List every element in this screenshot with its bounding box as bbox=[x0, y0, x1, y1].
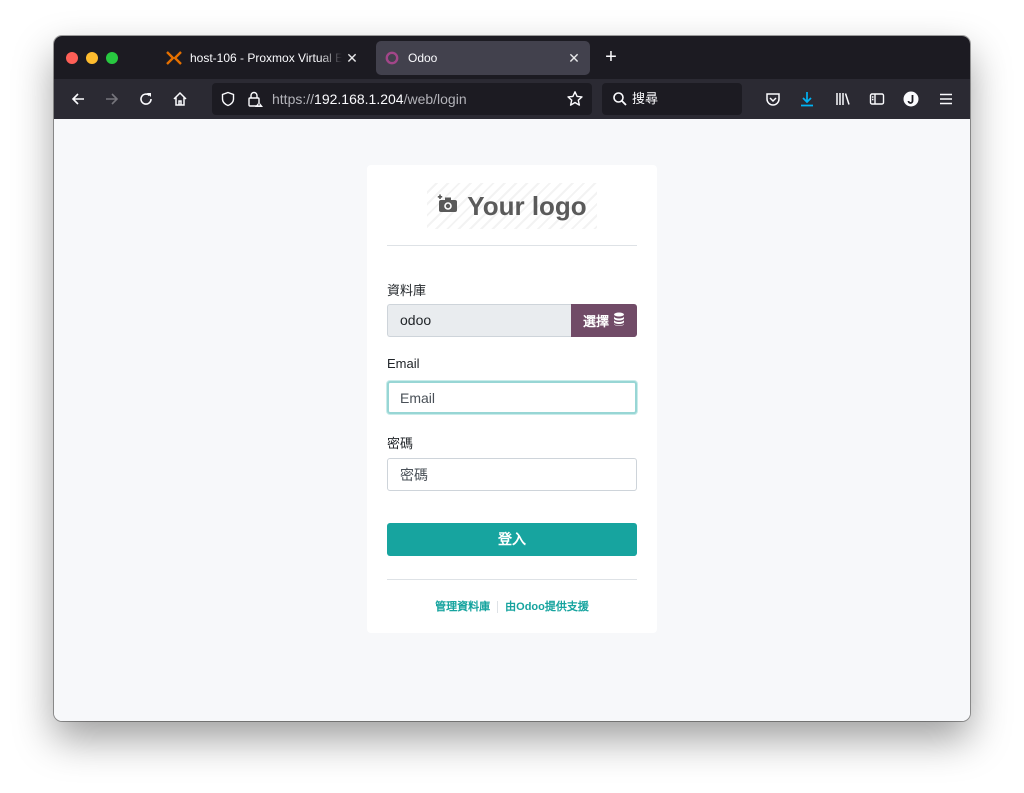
camera-icon bbox=[437, 194, 459, 219]
logo-divider bbox=[387, 245, 637, 246]
account-avatar-icon[interactable] bbox=[899, 87, 923, 111]
select-database-button[interactable]: 選擇 bbox=[571, 304, 637, 337]
search-bar[interactable]: 搜尋 bbox=[602, 83, 742, 115]
search-icon bbox=[612, 91, 628, 112]
bookmark-star-icon[interactable] bbox=[566, 90, 584, 113]
company-logo[interactable]: Your logo bbox=[427, 183, 597, 229]
page-content: Your logo 資料庫 odoo 選擇 Email 密碼 登入 bbox=[54, 119, 970, 721]
sidebar-icon[interactable] bbox=[865, 87, 889, 111]
nav-toolbar: https://192.168.1.204/web/login 搜尋 bbox=[54, 79, 970, 119]
login-button[interactable]: 登入 bbox=[387, 523, 637, 556]
footer-links: 管理資料庫 由Odoo提供支援 bbox=[367, 598, 657, 614]
password-field[interactable] bbox=[387, 458, 637, 491]
url-bar[interactable]: https://192.168.1.204/web/login bbox=[212, 83, 592, 115]
select-database-label: 選擇 bbox=[582, 314, 609, 329]
url-path: /web/login bbox=[403, 91, 467, 107]
tab-close-icon[interactable]: ✕ bbox=[564, 50, 584, 67]
menu-icon[interactable] bbox=[934, 87, 958, 111]
email-label: Email bbox=[387, 356, 420, 371]
email-field[interactable] bbox=[387, 381, 637, 414]
zoom-window-button[interactable] bbox=[106, 52, 118, 64]
forward-arrow-icon[interactable] bbox=[100, 87, 124, 111]
link-separator bbox=[497, 601, 499, 614]
database-icon bbox=[613, 312, 625, 329]
home-icon[interactable] bbox=[168, 87, 192, 111]
tab-close-icon[interactable]: ✕ bbox=[342, 50, 362, 67]
odoo-icon bbox=[384, 50, 400, 66]
reload-icon[interactable] bbox=[134, 87, 158, 111]
pocket-icon[interactable] bbox=[761, 87, 785, 111]
search-placeholder: 搜尋 bbox=[632, 91, 659, 106]
back-arrow-icon[interactable] bbox=[66, 87, 90, 111]
tab-bar: host-106 - Proxmox Virtual Environment ✕… bbox=[54, 36, 970, 79]
tab-proxmox[interactable]: host-106 - Proxmox Virtual Environment ✕ bbox=[158, 41, 368, 75]
manage-databases-link[interactable]: 管理資料庫 bbox=[435, 601, 490, 613]
url-scheme: https:// bbox=[272, 91, 315, 107]
url-host: 192.168.1.204 bbox=[314, 91, 404, 107]
footer-divider bbox=[387, 579, 637, 580]
logo-text: Your logo bbox=[467, 190, 587, 221]
minimize-window-button[interactable] bbox=[86, 52, 98, 64]
tab-odoo[interactable]: Odoo ✕ bbox=[376, 41, 590, 75]
url-text[interactable]: https://192.168.1.204/web/login bbox=[272, 83, 467, 115]
shield-icon[interactable] bbox=[220, 91, 236, 112]
proxmox-icon bbox=[166, 50, 182, 66]
database-value: odoo bbox=[387, 304, 571, 337]
database-label: 資料庫 bbox=[387, 283, 427, 298]
download-icon[interactable] bbox=[795, 87, 819, 111]
login-card: Your logo 資料庫 odoo 選擇 Email 密碼 登入 bbox=[367, 165, 657, 633]
powered-by-odoo-link[interactable]: 由Odoo提供支援 bbox=[505, 601, 589, 613]
close-window-button[interactable] bbox=[66, 52, 78, 64]
tab-title: Odoo bbox=[408, 51, 438, 65]
tab-title: host-106 - Proxmox Virtual Environment bbox=[190, 51, 342, 65]
library-icon[interactable] bbox=[831, 87, 855, 111]
browser-window: host-106 - Proxmox Virtual Environment ✕… bbox=[54, 36, 970, 721]
password-label: 密碼 bbox=[387, 436, 414, 451]
database-field: odoo 選擇 bbox=[387, 304, 637, 337]
insecure-lock-icon[interactable] bbox=[246, 90, 264, 113]
new-tab-button[interactable]: + bbox=[600, 46, 622, 68]
